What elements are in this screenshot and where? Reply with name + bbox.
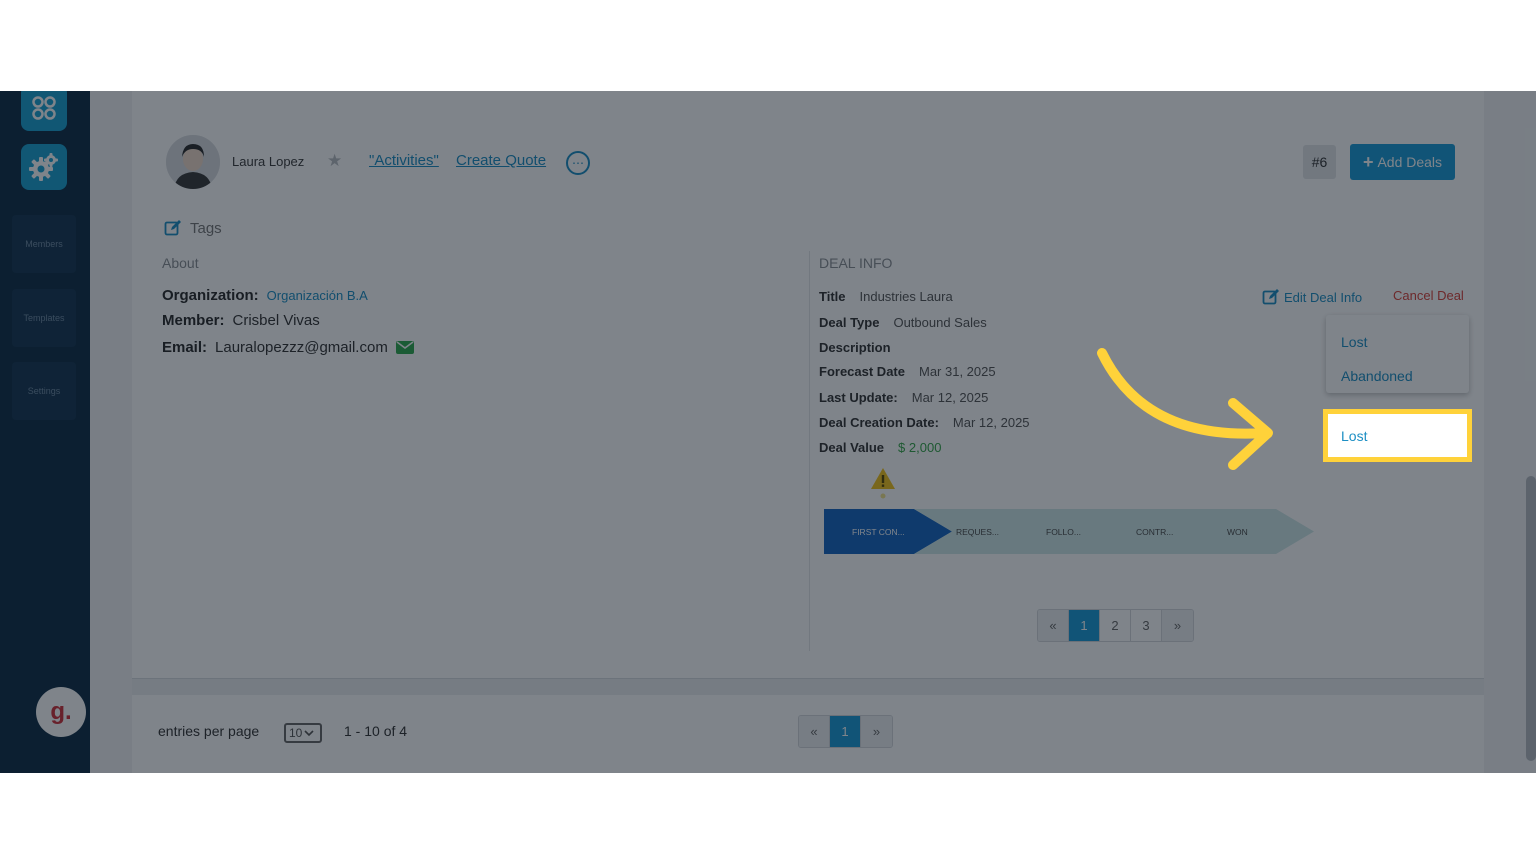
member-label: Member:	[162, 312, 225, 329]
more-icon: ⋯	[572, 156, 584, 170]
edit-deal-label: Edit Deal Info	[1284, 289, 1363, 305]
prev-page-button[interactable]: «	[799, 716, 830, 747]
activities-link[interactable]: "Activities"	[369, 152, 439, 169]
person-icon	[166, 135, 220, 189]
highlighted-lost-option[interactable]: Lost	[1323, 409, 1472, 462]
next-page-button[interactable]: »	[861, 716, 892, 747]
create-quote-link[interactable]: Create Quote	[456, 152, 546, 169]
edit-deal-info-button[interactable]: Edit Deal Info	[1262, 288, 1362, 306]
forecast-date-row: Forecast Date Mar 31, 2025	[819, 364, 996, 379]
menu-item-abandoned[interactable]: Abandoned	[1341, 368, 1413, 384]
pointer-arrow-icon	[1097, 348, 1273, 470]
deal-field-value: Mar 31, 2025	[918, 364, 996, 379]
deal-number-badge: #6	[1303, 145, 1336, 179]
entries-range: 1 - 10 of 4	[344, 723, 408, 739]
creation-date-row: Deal Creation Date: Mar 12, 2025	[819, 415, 1030, 430]
apps-button[interactable]	[21, 91, 67, 131]
grid-icon	[32, 96, 56, 120]
page-button[interactable]: 1	[1069, 610, 1100, 641]
stage-label[interactable]: WON	[1227, 527, 1248, 537]
add-deals-label: Add Deals	[1377, 154, 1443, 170]
email-row: Email: Lauralopezzz@gmail.com	[162, 339, 414, 356]
deal-field-value: Industries Laura	[859, 289, 953, 304]
member-row: Member: Crisbel Vivas	[162, 312, 320, 329]
page-button[interactable]: 3	[1131, 610, 1162, 641]
page-button[interactable]: 1	[830, 716, 861, 747]
deal-field-label: Forecast Date	[819, 364, 905, 379]
deal-title-row: Title Industries Laura	[819, 289, 953, 304]
avatar	[166, 135, 220, 189]
member-value: Crisbel Vivas	[232, 312, 320, 329]
deal-field-label: Last Update:	[819, 390, 898, 405]
deal-field-label: Deal Creation Date:	[819, 415, 939, 430]
stage-label[interactable]: FIRST CON...	[852, 527, 905, 537]
tags-label: Tags	[190, 219, 222, 237]
deal-value-row: Deal Value $ 2,000	[819, 440, 941, 455]
deal-info-heading: DEAL INFO	[819, 255, 893, 271]
settings-button[interactable]	[21, 144, 67, 190]
pipeline-stages: FIRST CON... REQUES... FOLLO... CONTR...…	[824, 509, 1314, 554]
warning-icon	[871, 468, 895, 499]
deal-field-value: Mar 12, 2025	[911, 390, 989, 405]
more-options-button[interactable]: ⋯	[566, 151, 590, 175]
deal-pagination: « 1 2 3 »	[1037, 609, 1194, 642]
cancel-deal-menu: Lost Abandoned	[1326, 315, 1469, 393]
sidebar-item-templates[interactable]: Templates	[12, 289, 76, 347]
section-divider	[132, 678, 1484, 695]
prev-page-button[interactable]: «	[1038, 610, 1069, 641]
add-deals-button[interactable]: + Add Deals	[1350, 144, 1455, 180]
gear-icon	[29, 153, 58, 181]
next-page-button[interactable]: »	[1162, 610, 1193, 641]
deal-field-label: Deal Type	[819, 315, 880, 330]
app-logo[interactable]: g.	[36, 687, 86, 737]
stage-label[interactable]: REQUES...	[956, 527, 999, 537]
per-page-select[interactable]: 10	[284, 723, 322, 743]
tags-editor[interactable]: Tags	[164, 219, 222, 237]
deal-type-row: Deal Type Outbound Sales	[819, 315, 987, 330]
contact-name: Laura Lopez	[232, 154, 305, 169]
last-update-row: Last Update: Mar 12, 2025	[819, 390, 988, 405]
about-heading: About	[162, 255, 199, 271]
per-page-value: 10	[289, 726, 303, 740]
entries-per-page-label: entries per page	[158, 723, 260, 739]
stage-label[interactable]: FOLLO...	[1046, 527, 1081, 537]
organization-row: Organization: Organización B.A	[162, 287, 368, 304]
list-pagination: « 1 »	[798, 715, 893, 748]
deal-detail-panel: Laura Lopez ★ "Activities" Create Quote …	[132, 91, 1484, 678]
email-label: Email:	[162, 339, 208, 356]
mail-icon[interactable]	[395, 341, 414, 354]
email-value: Lauralopezzz@gmail.com	[215, 339, 388, 356]
cancel-deal-button[interactable]: Cancel Deal	[1393, 288, 1464, 303]
chevron-down-icon	[304, 730, 314, 737]
deal-field-label: Deal Value	[819, 440, 885, 455]
organization-link[interactable]: Organización B.A	[267, 288, 368, 303]
sidebar: Members Templates Settings g.	[0, 91, 90, 773]
app-window: Members Templates Settings g. Laura Lope…	[0, 91, 1536, 773]
lost-option-label: Lost	[1341, 428, 1368, 444]
organization-label: Organization:	[162, 287, 259, 304]
deal-field-value: Mar 12, 2025	[952, 415, 1030, 430]
vertical-scrollbar[interactable]	[1526, 476, 1536, 761]
stage-label[interactable]: CONTR...	[1136, 527, 1173, 537]
sidebar-item-settings[interactable]: Settings	[12, 362, 76, 420]
edit-icon	[164, 220, 181, 236]
deal-field-value: $ 2,000	[898, 440, 942, 455]
deal-field-label: Description	[819, 340, 891, 355]
menu-item-lost[interactable]: Lost	[1341, 334, 1367, 350]
deal-description-row: Description	[819, 340, 905, 355]
plus-icon: +	[1362, 151, 1374, 172]
deal-field-value: Outbound Sales	[893, 315, 987, 330]
deal-field-label: Title	[819, 289, 846, 304]
sidebar-item-members[interactable]: Members	[12, 215, 76, 273]
star-icon[interactable]: ★	[327, 151, 342, 171]
column-divider	[809, 251, 810, 651]
page-button[interactable]: 2	[1100, 610, 1131, 641]
edit-icon	[1262, 289, 1279, 305]
